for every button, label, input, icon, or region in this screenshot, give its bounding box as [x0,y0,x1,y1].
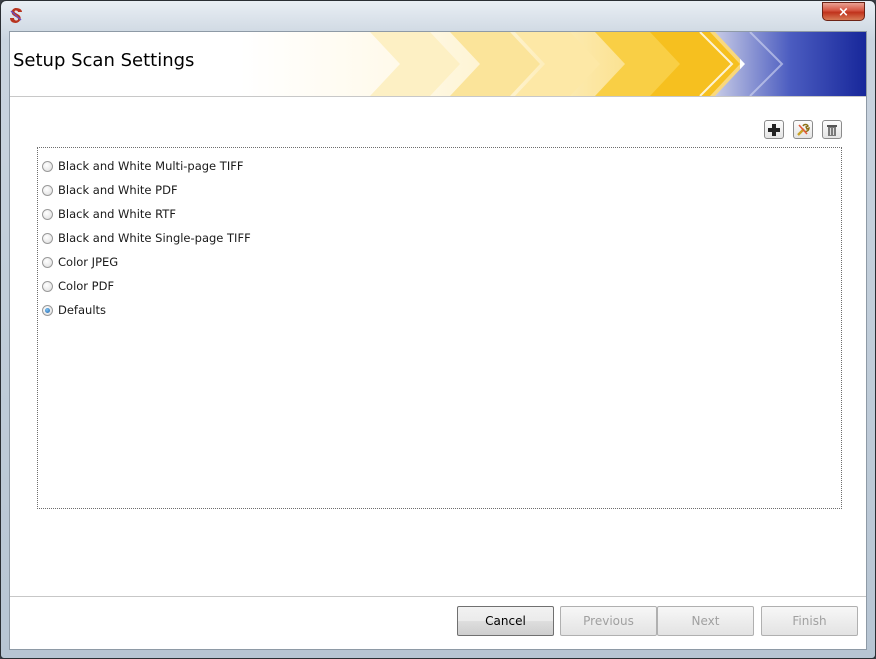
wizard-footer: Cancel Previous Next Finish [10,596,866,649]
option-label: Black and White Multi-page TIFF [58,159,244,173]
option-label: Black and White Single-page TIFF [58,231,251,245]
delete-setting-button[interactable] [822,120,842,139]
title-bar[interactable]: × [1,1,875,31]
tools-icon [797,123,810,136]
plus-icon [767,124,780,136]
option-label: Color PDF [58,279,115,293]
add-setting-button[interactable] [763,120,784,139]
app-logo-icon [10,8,22,23]
finish-button[interactable]: Finish [761,606,858,636]
radio-button[interactable] [42,256,53,268]
radio-button-selected[interactable] [42,304,53,316]
page-title: Setup Scan Settings [13,50,195,71]
list-item[interactable]: Black and White Multi-page TIFF [38,154,841,178]
trash-icon [827,125,837,136]
option-label: Defaults [58,303,107,317]
settings-toolbar [760,120,842,139]
edit-setting-button[interactable] [792,120,813,139]
list-item[interactable]: Defaults [38,298,841,322]
list-item[interactable]: Color JPEG [38,250,841,274]
radio-button[interactable] [42,184,53,196]
close-icon: × [838,5,849,20]
radio-button[interactable] [42,160,53,172]
header-banner: Setup Scan Settings [10,32,866,97]
list-item[interactable]: Black and White PDF [38,178,841,202]
cancel-button[interactable]: Cancel [457,606,554,636]
scan-settings-list[interactable]: Black and White Multi-page TIFF Black an… [37,147,842,509]
close-button[interactable]: × [822,2,865,21]
dialog-window: × Setup Scan Settings Black and White Mu… [0,0,876,659]
radio-button[interactable] [42,280,53,292]
radio-button[interactable] [42,232,53,244]
previous-button[interactable]: Previous [560,606,657,636]
option-label: Color JPEG [58,255,119,269]
list-item[interactable]: Black and White Single-page TIFF [38,226,841,250]
list-item[interactable]: Black and White RTF [38,202,841,226]
next-button[interactable]: Next [657,606,754,636]
radio-button[interactable] [42,208,53,220]
list-item[interactable]: Color PDF [38,274,841,298]
dialog-client: Setup Scan Settings Black and White Mult… [9,31,867,650]
option-label: Black and White RTF [58,207,176,221]
option-label: Black and White PDF [58,183,178,197]
